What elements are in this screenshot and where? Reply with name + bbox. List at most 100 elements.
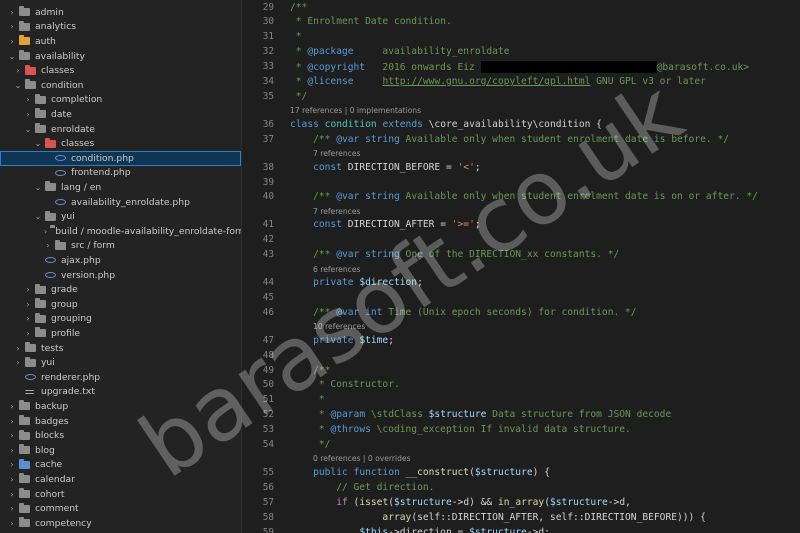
code-line: 39 xyxy=(242,175,800,189)
code-lens[interactable]: 17 references | 0 implementations xyxy=(290,105,421,116)
code-text: * xyxy=(290,31,302,42)
tree-item-label: group xyxy=(51,298,78,310)
tree-folder[interactable]: › calendar xyxy=(0,472,241,487)
code-text: * Constructor. xyxy=(290,379,400,390)
tree-folder[interactable]: › group xyxy=(0,297,241,312)
code-line: 48 xyxy=(242,348,800,362)
code-token: '>=' xyxy=(451,219,475,231)
chevron-right-icon: › xyxy=(10,445,14,455)
chevron-down-icon: ⌄ xyxy=(24,124,32,134)
tree-folder[interactable]: › tests xyxy=(0,341,241,356)
tree-folder[interactable]: › admin xyxy=(0,5,241,20)
line-number: 44 xyxy=(262,277,274,288)
code-token[interactable]: http://www.gnu.org/copyleft/gpl.html xyxy=(382,76,590,87)
code-token: @param xyxy=(330,409,366,421)
code-text: * xyxy=(290,394,325,405)
tree-folder[interactable]: › src / form xyxy=(0,239,241,254)
chevron-right-icon: › xyxy=(10,489,14,499)
code-line: 42 xyxy=(242,233,800,247)
tree-folder[interactable]: › completion xyxy=(0,93,241,108)
tree-item-label: condition xyxy=(41,79,84,91)
tree-folder[interactable]: › blocks xyxy=(0,428,241,443)
code-token: GNU GPL v3 or later xyxy=(590,76,706,87)
code-lens[interactable]: 0 references | 0 overrides xyxy=(313,453,411,464)
tree-folder[interactable]: › build / moodle-availability_enroldate-f… xyxy=(0,224,241,239)
tree-file[interactable]: upgrade.txt xyxy=(0,385,241,400)
code-token: public xyxy=(313,466,348,478)
code-lens[interactable]: 10 references xyxy=(313,321,365,332)
code-token: ; xyxy=(474,219,481,231)
code-text: /** @var string Available only when stud… xyxy=(290,134,729,145)
folder-icon xyxy=(19,473,30,484)
line-number: 39 xyxy=(262,176,274,188)
chevron-down-icon: ⌄ xyxy=(34,139,42,149)
code-token: $this xyxy=(359,526,389,533)
code-line: 41 const DIRECTION_AFTER = '>='; xyxy=(242,218,800,232)
tree-folder[interactable]: › date xyxy=(0,107,241,122)
tree-file[interactable]: availability_enroldate.php xyxy=(0,195,241,210)
chevron-right-icon: › xyxy=(10,416,14,426)
code-token: extends xyxy=(382,118,423,130)
tree-file[interactable]: frontend.php xyxy=(0,166,241,181)
code-line: 37 /** @var string Available only when s… xyxy=(242,132,800,146)
chevron-right-icon: › xyxy=(10,7,14,17)
chevron-right-icon: › xyxy=(10,518,14,528)
code-line: 33 * @copyright 2016 onwards Eiz @baraso… xyxy=(242,60,800,74)
tree-folder[interactable]: ⌄ condition xyxy=(0,78,241,93)
chevron-down-icon: ⌄ xyxy=(34,212,42,222)
tree-folder[interactable]: › classes xyxy=(0,63,241,78)
tree-folder[interactable]: › cache xyxy=(0,458,241,473)
folder-icon xyxy=(35,93,46,104)
tree-folder[interactable]: › badges xyxy=(0,414,241,429)
code-token: ->d, xyxy=(607,496,631,508)
tree-file[interactable]: ajax.php xyxy=(0,253,241,268)
folder-icon xyxy=(19,429,30,440)
line-number: 29 xyxy=(262,1,274,13)
tree-folder[interactable]: ⌄ yui xyxy=(0,209,241,224)
folder-icon xyxy=(19,444,30,455)
tree-item-label: date xyxy=(51,108,72,120)
folder-icon xyxy=(19,488,30,499)
tree-folder[interactable]: › competency xyxy=(0,516,241,531)
chevron-right-icon: › xyxy=(26,328,30,338)
folder-icon xyxy=(25,342,36,353)
tree-folder[interactable]: › yui xyxy=(0,355,241,370)
tree-folder[interactable]: › comment xyxy=(0,501,241,516)
tree-folder[interactable]: › backup xyxy=(0,399,241,414)
tree-file[interactable]: condition.php xyxy=(0,151,241,166)
chevron-down-icon: ⌄ xyxy=(14,80,22,90)
tree-item-label: yui xyxy=(41,357,55,369)
folder-icon xyxy=(19,400,30,411)
code-text: /** @var int Time (Unix epoch seconds) f… xyxy=(290,307,637,318)
code-lens[interactable]: 7 references xyxy=(313,206,360,217)
code-token: ->d; xyxy=(526,526,550,533)
code-token: * xyxy=(290,424,331,436)
tree-folder[interactable]: ⌄ availability xyxy=(0,49,241,64)
code-text: * @throws \coding_exception If invalid d… xyxy=(290,424,631,435)
folder-icon xyxy=(25,79,36,90)
tree-item-label: cache xyxy=(35,459,63,471)
tree-folder[interactable]: › auth xyxy=(0,34,241,49)
tree-item-label: comment xyxy=(35,503,79,515)
line-number: 51 xyxy=(262,394,274,406)
tree-folder[interactable]: ⌄ enroldate xyxy=(0,122,241,137)
file-explorer: › admin › analytics › auth ⌄ availability › class… xyxy=(0,0,242,533)
code-editor[interactable]: 29/** 30 * Enrolment Date condition. 31 * 3… xyxy=(242,0,800,533)
tree-folder[interactable]: ⌄ lang / en xyxy=(0,180,241,195)
code-token: ; xyxy=(474,161,481,173)
code-token: * xyxy=(290,46,308,58)
tree-folder[interactable]: › grouping xyxy=(0,312,241,327)
code-lens[interactable]: 7 references xyxy=(313,148,360,159)
tree-folder[interactable]: ⌄ classes xyxy=(0,136,241,151)
tree-folder[interactable]: › profile xyxy=(0,326,241,341)
php-file-icon xyxy=(55,169,66,176)
tree-folder[interactable]: › grade xyxy=(0,282,241,297)
code-line: 51 * xyxy=(242,393,800,407)
tree-file[interactable]: version.php xyxy=(0,268,241,283)
code-lens[interactable]: 6 references xyxy=(313,264,360,275)
tree-file[interactable]: renderer.php xyxy=(0,370,241,385)
tree-item-label: ajax.php xyxy=(61,254,101,266)
tree-folder[interactable]: › blog xyxy=(0,443,241,458)
tree-folder[interactable]: › cohort xyxy=(0,487,241,502)
tree-folder[interactable]: › analytics xyxy=(0,20,241,35)
